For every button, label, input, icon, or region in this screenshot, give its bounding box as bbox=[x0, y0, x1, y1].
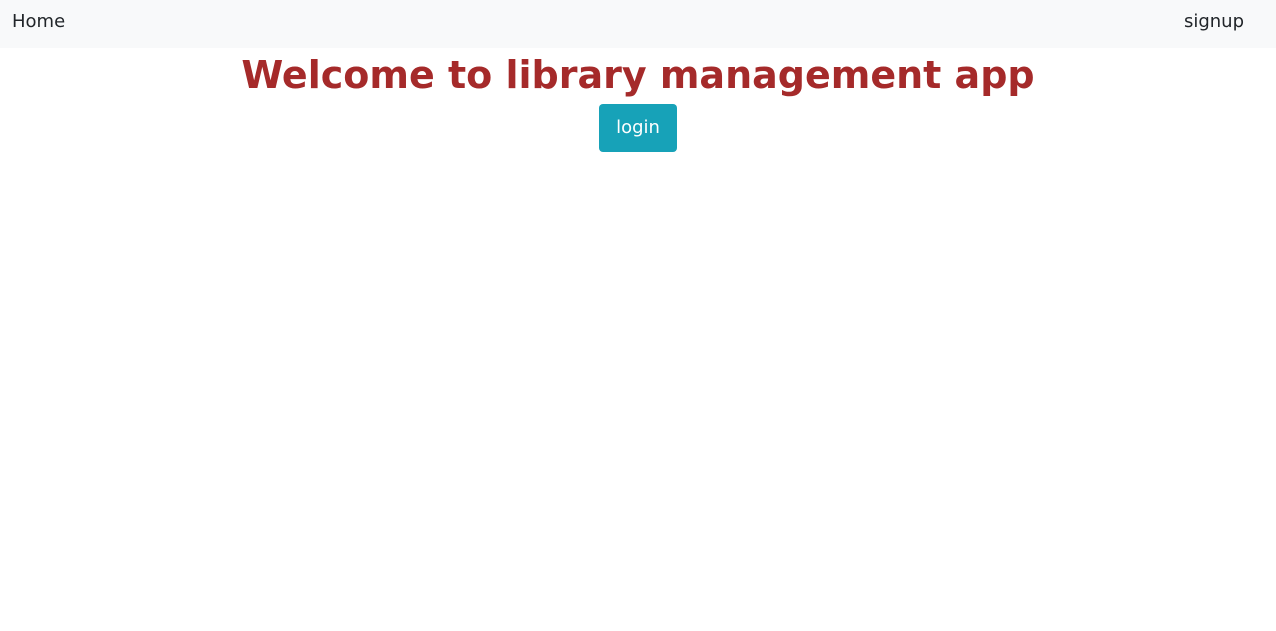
nav-home-link[interactable]: Home bbox=[12, 0, 65, 44]
nav-signup-link[interactable]: signup bbox=[1184, 0, 1244, 44]
main-content: Welcome to library management app login bbox=[0, 48, 1276, 152]
login-button[interactable]: login bbox=[599, 104, 677, 152]
page-title: Welcome to library management app bbox=[241, 53, 1035, 97]
navbar: Home signup bbox=[0, 0, 1276, 48]
